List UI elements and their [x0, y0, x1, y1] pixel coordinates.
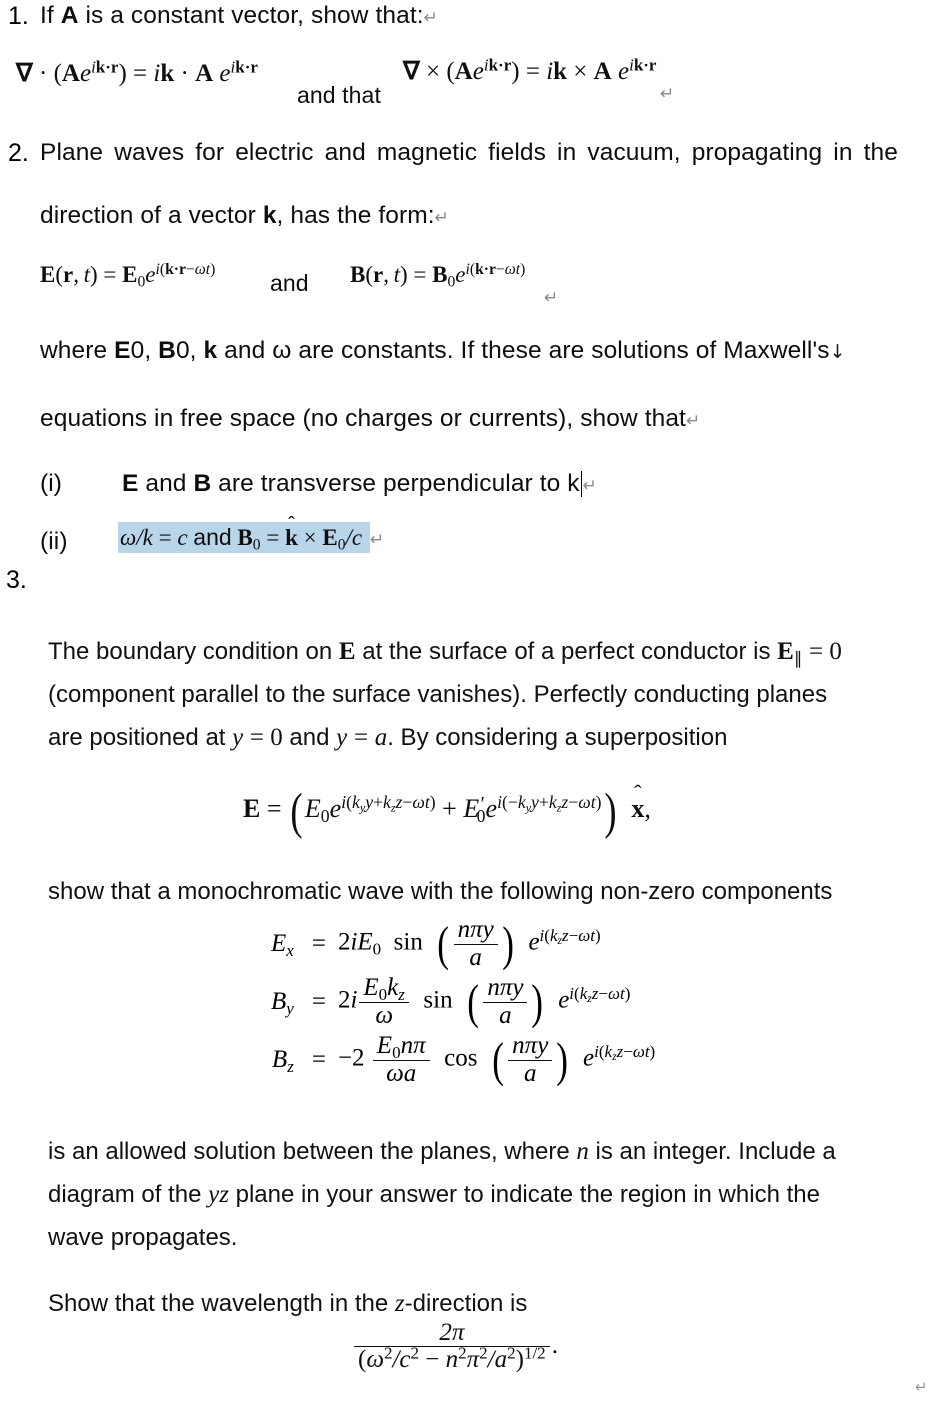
paragraph-return-mark: ↵ — [369, 530, 385, 550]
item-2-line-4-text: equations in free space (no charges or c… — [40, 405, 686, 432]
final-fraction-numerator: 2π — [439, 1319, 465, 1346]
item-1-connector: and that — [297, 82, 381, 108]
item-1-prompt-before: If — [40, 2, 61, 29]
final-fraction-trailing-period: . — [551, 1331, 558, 1359]
item-2-equation-connector: and — [270, 270, 309, 296]
component-rhs-Bz: −2 E0nπ ωa cos (nπy a) ei(kzz−ωt) — [337, 1032, 656, 1087]
subitem-label-i: (i) — [40, 470, 63, 497]
list-number-3: 3. — [6, 566, 27, 594]
final-fraction-construct: 2π (ω2/c2 − n2π2/a2)1/2 — [354, 1319, 550, 1374]
component-lhs-Bz: Bz — [271, 1046, 294, 1076]
component-lhs-Ex: Ex — [271, 930, 294, 960]
item-3-paragraph-3-line-3: wave propagates. — [48, 1224, 238, 1251]
subitem-label-ii: (ii) — [40, 528, 68, 555]
paragraph-return-mark: ↵ — [685, 411, 701, 431]
text-caret — [580, 471, 582, 497]
item-3-component-equations: Ex = 2iE0 sin (nπy a) ei(kzz−ωt) By = 2i E… — [268, 915, 658, 1089]
item-2-line-2-before: direction of a vector — [40, 202, 263, 229]
subitem-i-text: E and B are transverse perpendicular to … — [122, 470, 597, 497]
component-equation-table: Ex = 2iE0 sin (nπy a) ei(kzz−ωt) By = 2i E… — [268, 915, 658, 1089]
component-rhs-By: 2i E0kz ω sin (nπy a) ei(kzz−ωt) — [337, 974, 631, 1029]
component-equation-row-Bz: Bz = −2 E0nπ ωa cos (nπy a) ei(kzz−ωt) — [268, 1031, 658, 1089]
item-1-prompt-bold-A: A — [60, 2, 79, 29]
list-number-2: 2. — [8, 139, 29, 167]
item-1-prompt: If A is a constant vector, show that:↵ — [40, 2, 438, 30]
item-2-line-3: where E0, B0, k and ω are constants. If … — [40, 337, 846, 364]
item-2-line-2: direction of a vector k, has the form:↵ — [40, 202, 449, 230]
bold-E: E — [122, 470, 139, 497]
component-equation-row-By: By = 2i E0kz ω sin (nπy a) ei(kzz−ωt) — [268, 973, 658, 1031]
subitem-ii-text: ω/k = c and B0 = ̂k × E0/c ↵ — [118, 522, 385, 553]
component-relation: = — [311, 930, 326, 957]
item-3-paragraph-3: is an allowed solution between the plane… — [48, 1130, 924, 1259]
item-2-line-4: equations in free space (no charges or c… — [40, 405, 700, 433]
paragraph-return-mark: ↵ — [582, 476, 597, 496]
component-lhs-By: By — [271, 988, 294, 1018]
bold-B: B — [158, 337, 176, 364]
item-1-prompt-after: is a constant vector, show that: — [78, 2, 424, 29]
bold-k: k — [203, 337, 218, 364]
paragraph-return-mark: ↵ — [544, 288, 559, 308]
component-rhs-Ex: 2iE0 sin (nπy a) ei(kzz−ωt) — [337, 916, 601, 971]
item-3-paragraph-2: show that a monochromatic wave with the … — [48, 878, 833, 905]
item-3-paragraph-1-line-2: (component parallel to the surface vanis… — [48, 681, 828, 708]
item-2-line-2-bold-k: k — [262, 202, 277, 229]
component-relation: = — [311, 988, 326, 1015]
soft-return-mark: ↓ — [829, 341, 846, 363]
item-2-equation-B: B(r, t) = B0ei(k·r−ωt) — [350, 261, 526, 291]
highlighted-math-run: ω/k = c and B0 = ̂k × E0/c — [118, 522, 370, 553]
paragraph-return-mark: ↵ — [423, 8, 439, 28]
component-equation-row-Ex: Ex = 2iE0 sin (nπy a) ei(kzz−ωt) — [268, 915, 658, 973]
item-1-equation-curl: ∇ × (Aeik·r) = ik × A eik·r — [403, 55, 657, 86]
paragraph-return-mark: ↵ — [660, 84, 675, 104]
item-3-superposition-equation: E = (E0ei(kyy+kzz−ωt) + E′0ei(−kyy+kzz−ω… — [243, 783, 651, 839]
item-3-paragraph-1-line-3: are positioned at y = 0 and y = a. By co… — [48, 724, 728, 751]
item-2-equation-E: E(r, t) = E0ei(k·r−ωt) — [40, 261, 216, 291]
item-3-final-fraction: 2π (ω2/c2 − n2π2/a2)1/2 . — [352, 1319, 558, 1374]
item-1-equation-divergence: ∇ · (Aeik·r) = ik · A eik·r — [16, 57, 258, 88]
item-3-paragraph-3-line-1: is an allowed solution between the plane… — [48, 1138, 836, 1165]
item-3-paragraph-1-line-1: The boundary condition on E at the surfa… — [48, 638, 842, 668]
item-3-paragraph-3-line-2: diagram of the yz plane in your answer t… — [48, 1181, 820, 1208]
item-3-paragraph-1: The boundary condition on E at the surfa… — [48, 630, 924, 759]
bold-B: B — [193, 470, 212, 497]
component-relation: = — [311, 1046, 326, 1073]
paragraph-return-mark: ↵ — [915, 1378, 928, 1396]
item-2-line-1: Plane waves for electric and magnetic fi… — [40, 139, 898, 166]
item-2-line-2-after: , has the form: — [276, 202, 435, 229]
bold-E: E — [114, 337, 131, 364]
final-fraction-denominator: (ω2/c2 − n2π2/a2)1/2 — [354, 1345, 550, 1373]
list-number-1: 1. — [8, 2, 29, 30]
paragraph-return-mark: ↵ — [434, 208, 450, 228]
